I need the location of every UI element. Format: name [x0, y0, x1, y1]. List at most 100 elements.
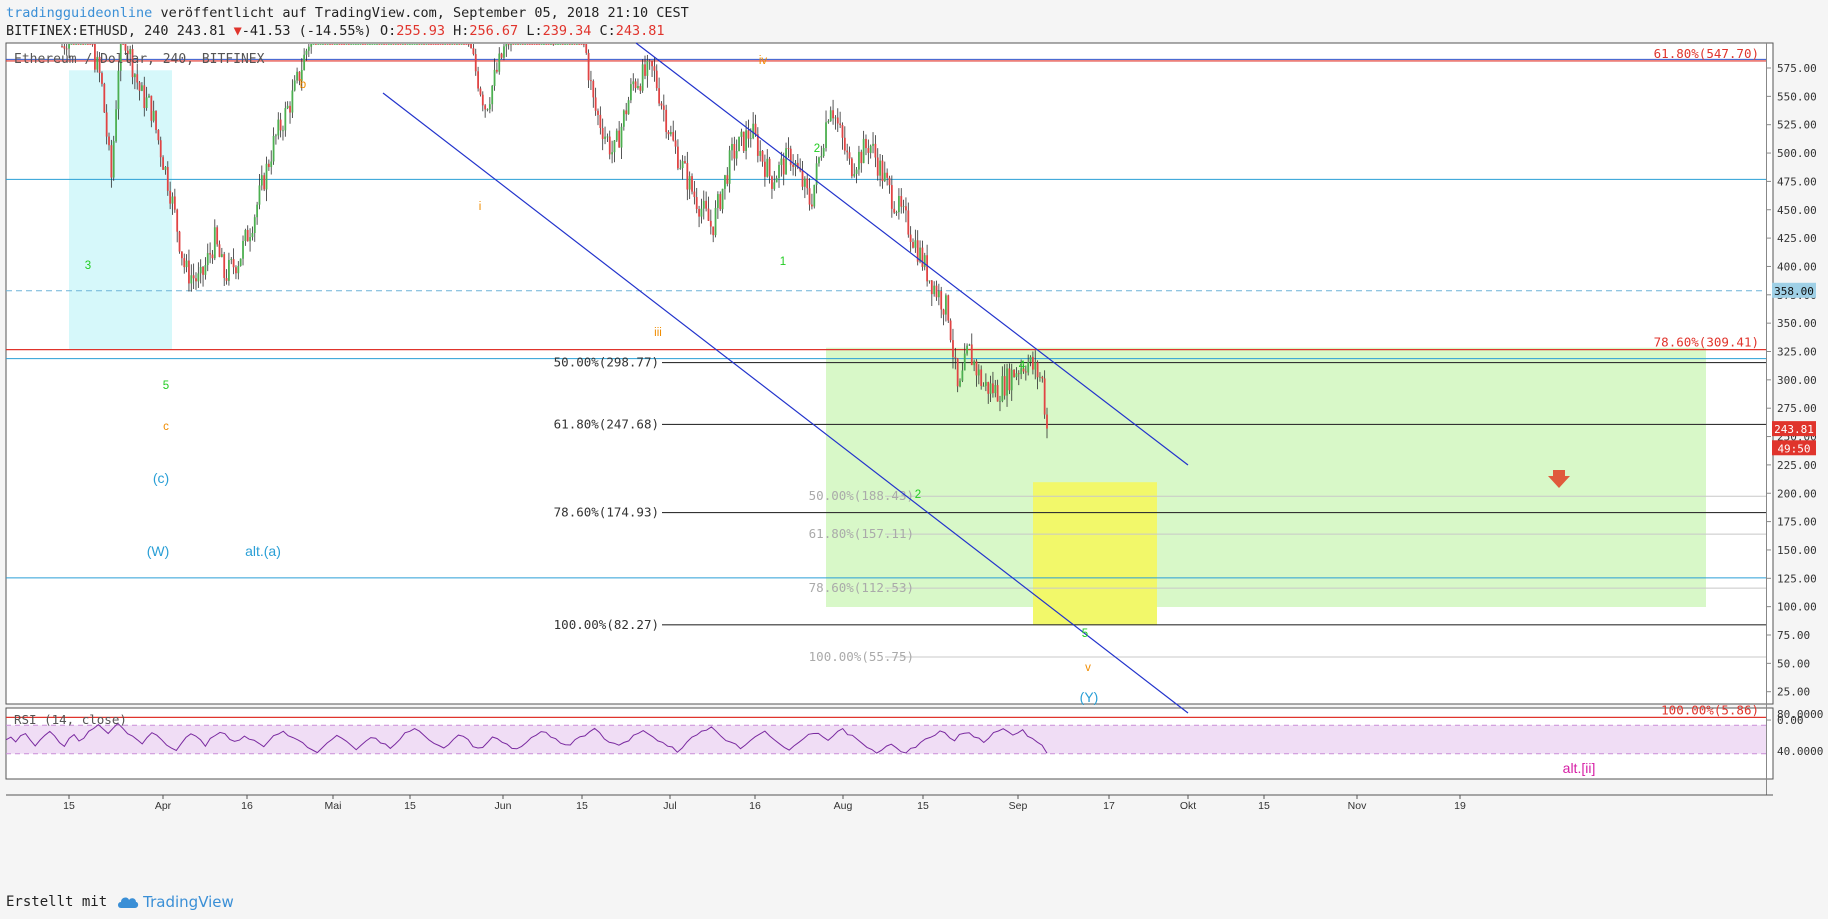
candle-body: [982, 385, 985, 387]
candle-body: [173, 196, 176, 210]
candle-body: [681, 161, 684, 169]
candle-body: [242, 240, 244, 259]
candle-body: [286, 105, 289, 109]
candle-body: [622, 110, 625, 127]
candle-body: [225, 278, 228, 281]
candle-body: [945, 295, 947, 315]
candle-body: [975, 361, 978, 376]
candle-body: [557, 44, 559, 45]
x-tick-label-8: 16: [749, 800, 761, 812]
candle-body: [561, 44, 564, 45]
candle-body: [293, 80, 296, 91]
wave-label-7: 5: [163, 380, 169, 392]
candle-body: [150, 95, 153, 121]
candle-body: [467, 44, 470, 45]
wave-label-19: alt.[ii]: [1563, 760, 1596, 776]
wave-label-4: c: [163, 421, 169, 433]
candle-body: [900, 196, 903, 207]
candle-body: [747, 130, 750, 139]
candle-body: [582, 44, 585, 45]
candle-body: [872, 143, 874, 146]
candle-body: [1027, 362, 1030, 373]
candle-body: [484, 105, 487, 110]
candle-body: [726, 175, 729, 184]
candle-body: [876, 157, 879, 176]
candle-body: [921, 247, 924, 267]
candle-body: [195, 278, 197, 282]
candle-body: [850, 158, 853, 177]
candle-body: [79, 44, 82, 45]
candle-body: [559, 44, 562, 45]
candle-body: [771, 176, 773, 189]
candle-body: [470, 44, 472, 49]
candle-body: [606, 136, 609, 138]
candle-body: [787, 148, 790, 150]
candle-body: [213, 227, 216, 259]
candle-body: [707, 208, 710, 221]
candle-body: [70, 44, 73, 45]
candle-body: [373, 44, 376, 45]
price-chart[interactable]: 61.80%(547.70) 78.60%(309.41) 100.00%(5.86…: [0, 40, 1828, 875]
candle-body: [378, 44, 381, 45]
tradingview-brand[interactable]: TradingView: [117, 893, 234, 911]
candle-body: [543, 44, 545, 45]
candle-body: [533, 44, 536, 45]
candle-body: [503, 46, 505, 58]
low-label: L:: [526, 23, 543, 39]
candle-body: [230, 259, 233, 260]
candle-body: [272, 135, 275, 162]
candle-body: [832, 110, 834, 119]
fib-label-1: 78.60%(309.41): [1654, 335, 1759, 350]
y-tick-label-1: 550.00: [1777, 90, 1817, 103]
y-tick-label-0: 575.00: [1777, 62, 1817, 75]
wave-label-12: 5: [1082, 628, 1088, 640]
candle-body: [246, 229, 249, 242]
rsi-band: [7, 725, 1766, 754]
candle-body: [935, 285, 938, 298]
candle-body: [324, 44, 327, 45]
fib-label-0: 61.80%(547.70): [1654, 46, 1759, 61]
fib-label-9: 78.60%(112.53): [809, 580, 914, 595]
candle-body: [441, 44, 444, 45]
candle-body: [773, 182, 776, 189]
candle-body: [218, 244, 221, 257]
candle-body: [554, 44, 557, 45]
last-price: 243.81: [176, 23, 226, 39]
candle-body: [216, 227, 219, 245]
candle-body: [223, 254, 226, 279]
candle-body: [759, 150, 762, 156]
candle-body: [869, 145, 872, 153]
candle-body: [211, 254, 214, 259]
candle-body: [836, 117, 839, 124]
x-tick-label-11: Sep: [1009, 800, 1028, 812]
candle-body: [1015, 373, 1018, 377]
x-tick-label-14: 15: [1258, 800, 1270, 812]
candle-body: [818, 157, 820, 164]
candle-body: [745, 130, 747, 151]
candle-body: [500, 53, 503, 58]
wave-label-10: 4: [1019, 360, 1026, 372]
rsi-tick-1: 40.0000: [1777, 745, 1823, 758]
candle-body: [1043, 378, 1046, 415]
candle-body: [434, 44, 437, 45]
candle-body: [371, 44, 374, 45]
y-tick-label-21: 50.00: [1777, 657, 1810, 670]
publish-line: tradingguideonline veröffentlicht auf Tr…: [6, 5, 689, 21]
author-link[interactable]: tradingguideonline: [6, 5, 152, 21]
candle-body: [996, 385, 999, 402]
candle-body: [171, 196, 174, 204]
candle-body: [571, 44, 574, 45]
candle-body: [893, 208, 896, 213]
candle-body: [827, 121, 830, 123]
candle-body: [905, 206, 907, 211]
candle-body: [1001, 376, 1004, 402]
candle-body: [1010, 369, 1013, 391]
candle-body: [423, 44, 425, 45]
candle-body: [338, 44, 341, 45]
candle-body: [858, 151, 860, 170]
candle-body: [895, 212, 898, 213]
candle-body: [166, 166, 169, 191]
candle-body: [811, 204, 813, 207]
candle-body: [881, 160, 884, 182]
candle-body: [648, 60, 651, 62]
